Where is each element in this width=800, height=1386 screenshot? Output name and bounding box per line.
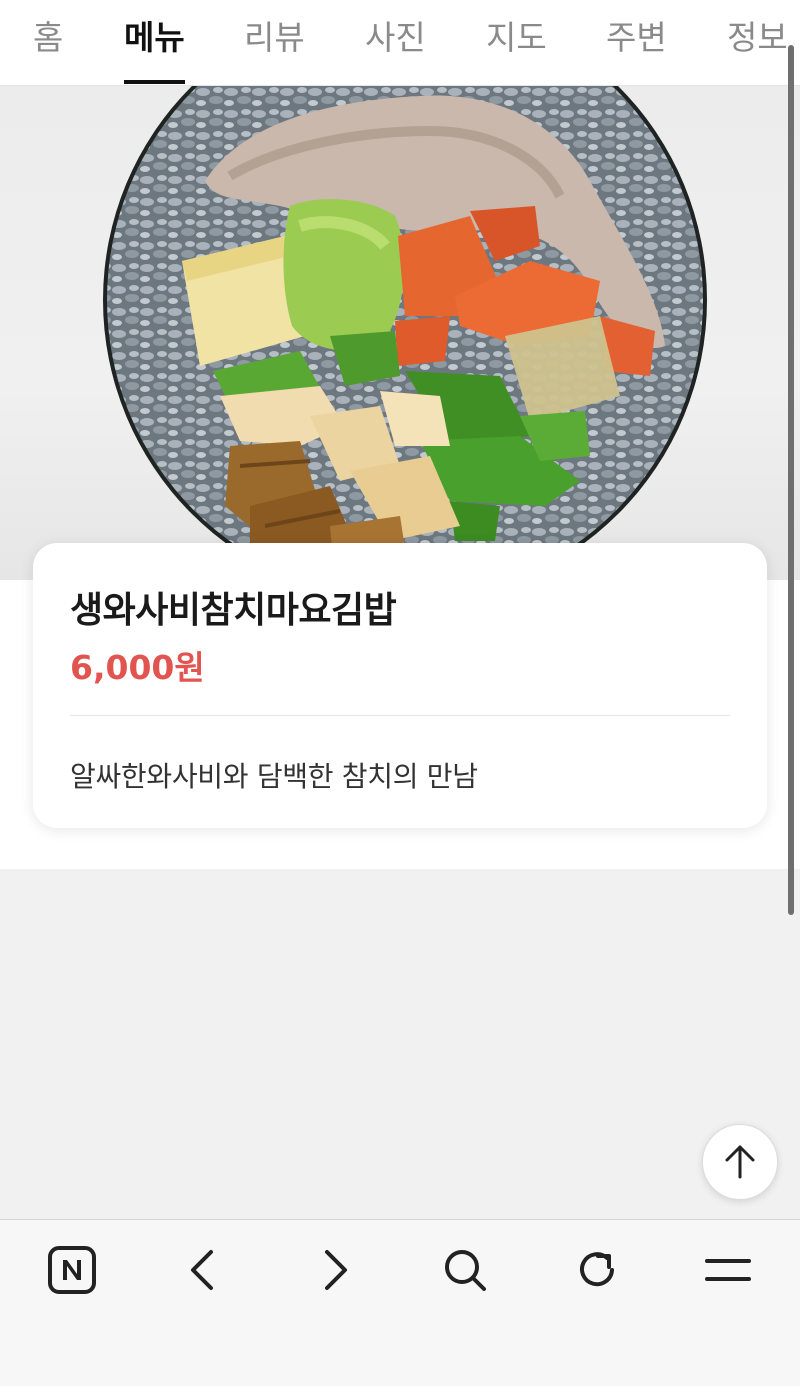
menu-item-price: 6,000원: [70, 648, 205, 687]
refresh-button[interactable]: [562, 1240, 632, 1300]
menu-icon: [705, 1259, 751, 1281]
naver-home-icon: [48, 1246, 96, 1294]
kimbap-image: [103, 86, 707, 580]
tab-bar: 홈 메뉴 리뷰 사진 지도 주변 정보: [0, 0, 800, 86]
menu-item-name: 생와사비참치마요김밥: [70, 590, 397, 631]
menu-item-description: 알싸한와사비와 담백한 참치의 만남: [70, 760, 478, 793]
back-button[interactable]: [168, 1240, 238, 1300]
menu-photo[interactable]: [0, 86, 800, 580]
forward-button[interactable]: [300, 1240, 370, 1300]
menu-item-card: 생와사비참치마요김밥 6,000원 알싸한와사비와 담백한 참치의 만남: [33, 543, 767, 828]
tab-info[interactable]: 정보: [727, 0, 788, 85]
tab-menu[interactable]: 메뉴: [124, 0, 185, 85]
scrollbar[interactable]: [788, 45, 794, 915]
naver-home-button[interactable]: [37, 1240, 107, 1300]
arrow-up-icon: [725, 1145, 755, 1179]
scroll-to-top-button[interactable]: [702, 1124, 778, 1200]
tab-home[interactable]: 홈: [33, 0, 63, 85]
tab-reviews[interactable]: 리뷰: [244, 0, 305, 85]
browser-toolbar: [0, 1219, 800, 1386]
tab-map[interactable]: 지도: [486, 0, 547, 85]
card-divider: [70, 715, 730, 716]
tab-nearby[interactable]: 주변: [606, 0, 667, 85]
forward-icon: [325, 1250, 347, 1290]
tab-photos[interactable]: 사진: [365, 0, 426, 85]
search-button[interactable]: [430, 1240, 500, 1300]
search-icon: [445, 1250, 486, 1291]
refresh-icon: [580, 1252, 614, 1287]
menu-button[interactable]: [693, 1240, 763, 1300]
back-icon: [191, 1250, 213, 1290]
